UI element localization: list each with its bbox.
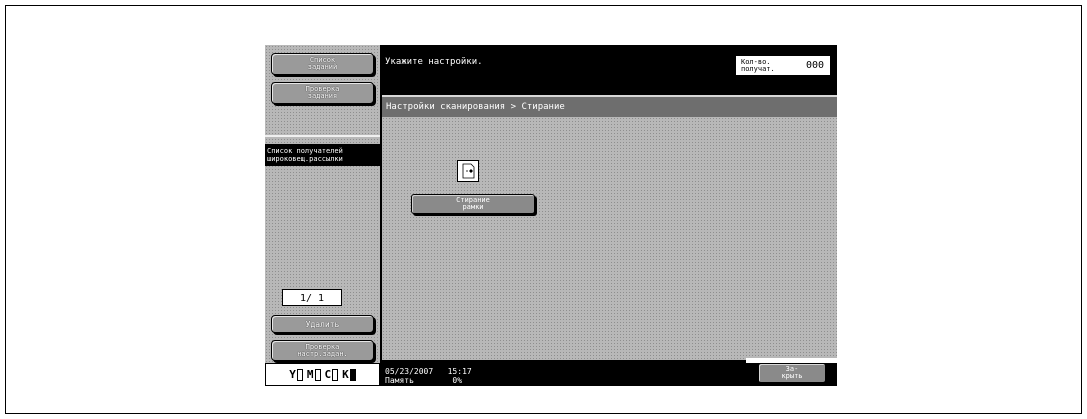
divider [265,135,380,137]
toner-black-bar [349,368,356,381]
frame-erase-button[interactable]: Стирание рамки [411,194,535,214]
control-panel: Список заданий Проверка задания Список п… [265,45,837,386]
job-check-button[interactable]: Проверка задания [271,82,374,104]
toner-cyan-bar [332,368,339,381]
close-button[interactable]: За- крыть [758,363,826,383]
close-label: За- крыть [781,365,803,380]
main-area: Укажите настройки. Кол-во. получат. 000 … [380,45,837,386]
frame-erase-label: Стирание рамки [456,196,490,211]
left-sidebar: Список заданий Проверка задания Список п… [265,45,380,386]
breadcrumb: Настройки сканирования > Стирание [382,95,837,117]
job-check-label: Проверка задания [305,85,340,100]
page-indicator: 1/ 1 [282,289,342,306]
toner-magenta-bar [314,368,321,381]
recipient-count-value: 000 [805,60,824,71]
toner-indicator: Y M C K [265,363,380,386]
toner-cyan: C [325,368,339,381]
recipient-count-label: Кол-во. получат. [741,57,775,73]
frame-erase-icon [457,160,479,182]
toner-black: K [342,368,356,381]
toner-magenta: M [307,368,321,381]
job-list-button[interactable]: Список заданий [271,53,374,75]
broadcast-list-tab[interactable]: Список получателей широковещ.рассылки [265,144,380,166]
job-list-label: Список заданий [307,56,338,71]
recipient-count: Кол-во. получат. 000 [735,55,831,76]
delete-button[interactable]: Удалить [271,315,374,333]
delete-label: Удалить [305,319,340,329]
check-settings-label: Проверка настр.задан. [297,342,348,358]
status-datetime: 05/23/2007 15:17 [385,367,472,376]
settings-content: Стирание рамки [382,117,837,360]
status-info: 05/23/2007 15:17 Память 0% [385,367,472,385]
toner-yellow: Y [289,368,303,381]
toner-yellow-bar [296,368,303,381]
check-settings-button[interactable]: Проверка настр.задан. [271,340,374,361]
instruction-message: Укажите настройки. [385,57,483,67]
status-memory: Память 0% [385,376,463,385]
